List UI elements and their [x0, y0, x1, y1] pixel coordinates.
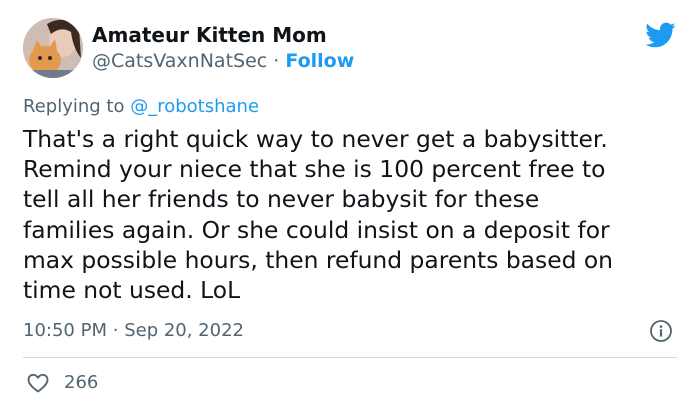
tweet-text: That's a right quick way to never get a …	[23, 124, 693, 305]
info-icon[interactable]	[649, 319, 673, 343]
twitter-bird-icon[interactable]	[644, 19, 676, 51]
handle-row: @CatsVaxnNatSec · Follow	[92, 48, 354, 74]
tweet-line: time not used. LoL	[23, 276, 241, 305]
handle-separator: ·	[273, 50, 280, 72]
tweet-line: max possible hours, then refund parents …	[23, 245, 614, 274]
reply-context: Replying to @_robotshane	[23, 94, 259, 120]
reply-prefix: Replying to	[23, 96, 125, 117]
like-count[interactable]: 266	[64, 370, 98, 396]
follow-button[interactable]: Follow	[285, 50, 354, 72]
display-name[interactable]: Amateur Kitten Mom	[92, 22, 327, 48]
tweet-line: families again. Or she could insist on a…	[23, 215, 610, 244]
tweet-timestamp[interactable]: 10:50 PM · Sep 20, 2022	[23, 318, 244, 344]
timestamp-separator: ·	[112, 320, 119, 341]
tweet-line: Remind your niece that she is 100 percen…	[23, 155, 606, 184]
tweet-line: That's a right quick way to never get a …	[23, 125, 608, 153]
heart-icon[interactable]	[26, 371, 50, 395]
handle[interactable]: @CatsVaxnNatSec	[92, 50, 267, 72]
tweet-time: 10:50 PM	[23, 320, 107, 341]
reply-target-link[interactable]: @_robotshane	[130, 96, 259, 117]
divider	[23, 357, 677, 358]
tweet-line: tell all her friends to never babysit fo…	[23, 185, 540, 214]
tweet-date: Sep 20, 2022	[124, 320, 244, 341]
avatar[interactable]	[23, 18, 83, 78]
